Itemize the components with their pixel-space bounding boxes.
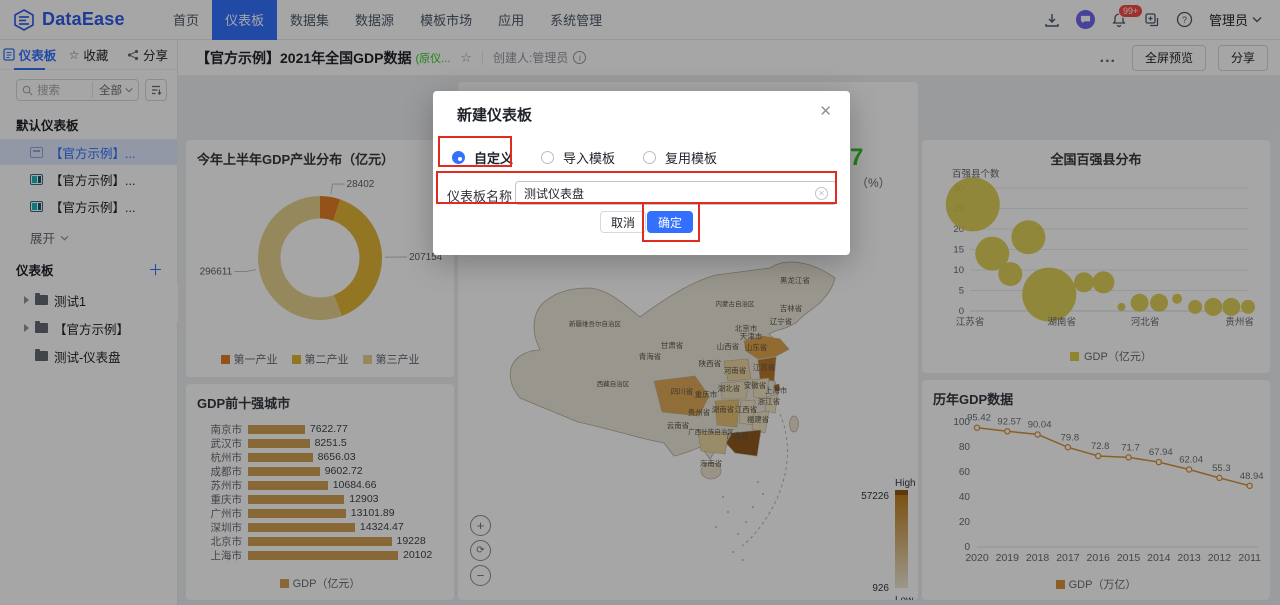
radio-option-导入模板[interactable]: 导入模板 [541, 148, 615, 167]
cancel-button[interactable]: 取消 [600, 211, 646, 233]
dashboard-name-value: 测试仪表盘 [524, 185, 584, 202]
radio-icon [541, 151, 554, 164]
clear-input-icon[interactable]: ✕ [815, 187, 828, 200]
radio-label: 自定义 [474, 148, 513, 167]
radio-icon [643, 151, 656, 164]
radio-label: 导入模板 [563, 148, 615, 167]
new-dashboard-modal: 新建仪表板 ✕ 自定义 导入模板 复用模板 仪表板名称 测试仪表盘 ✕ 取消 确定 [433, 91, 850, 255]
confirm-button[interactable]: 确定 [647, 211, 693, 233]
radio-option-复用模板[interactable]: 复用模板 [643, 148, 717, 167]
modal-close-icon[interactable]: ✕ [819, 102, 832, 120]
modal-title: 新建仪表板 [457, 104, 532, 125]
radio-option-自定义[interactable]: 自定义 [452, 148, 513, 167]
dashboard-name-input[interactable]: 测试仪表盘 ✕ [515, 181, 837, 205]
radio-selected-icon [452, 151, 465, 164]
dashboard-name-label: 仪表板名称 [447, 186, 512, 205]
radio-label: 复用模板 [665, 148, 717, 167]
dashboard-type-radio-group: 自定义 导入模板 复用模板 [452, 148, 717, 167]
